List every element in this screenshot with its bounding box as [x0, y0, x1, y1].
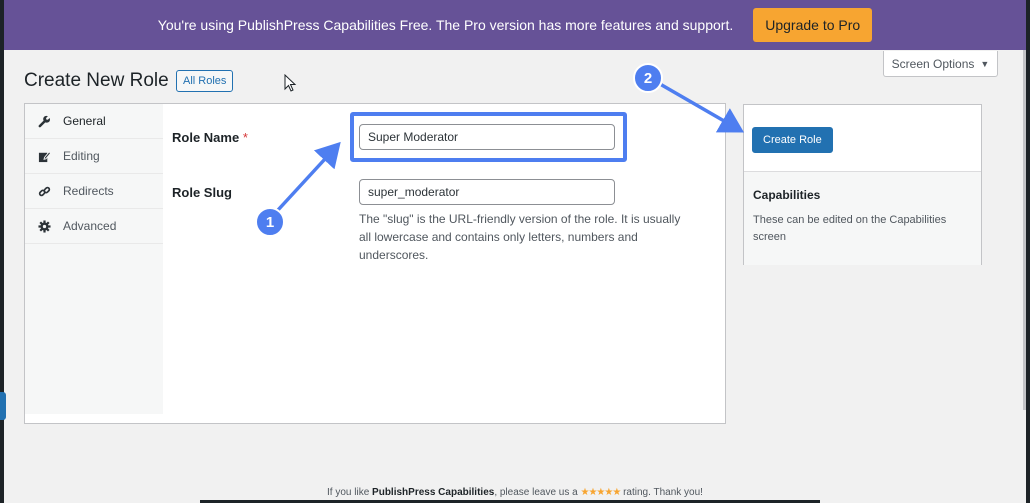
scrollbar[interactable] — [1023, 50, 1026, 410]
capabilities-text: These can be edited on the Capabilities … — [753, 214, 947, 243]
tab-advanced[interactable]: Advanced — [25, 209, 163, 244]
caret-down-icon: ▼ — [980, 58, 990, 69]
footer-middle: , please leave us a — [494, 487, 581, 498]
tab-general-label: General — [63, 114, 106, 128]
tab-general[interactable]: General — [25, 104, 163, 139]
step-1-badge: 1 — [255, 207, 285, 237]
publish-sidebar: Create Role Capabilities These can be ed… — [743, 104, 982, 265]
role-slug-input[interactable] — [359, 179, 615, 205]
all-roles-button[interactable]: All Roles — [176, 70, 234, 92]
capabilities-box: Capabilities These can be edited on the … — [744, 172, 981, 265]
publish-box: Create Role — [744, 105, 981, 172]
star-rating-icon[interactable]: ★★★★★ — [580, 487, 621, 498]
settings-tabs: General Editing Redirects Advanced — [25, 104, 163, 414]
role-name-label-text: Role Name — [172, 130, 240, 145]
required-mark: * — [242, 130, 248, 145]
capabilities-title: Capabilities — [753, 188, 821, 202]
edit-icon — [37, 149, 51, 163]
create-role-button[interactable]: Create Role — [752, 127, 833, 153]
tab-editing[interactable]: Editing — [25, 139, 163, 174]
upgrade-to-pro-button[interactable]: Upgrade to Pro — [753, 8, 873, 42]
page-title: Create New Role — [24, 70, 169, 91]
highlight-role-name — [350, 112, 627, 162]
tab-editing-label: Editing — [63, 149, 100, 163]
tab-redirects-label: Redirects — [63, 184, 114, 198]
footer-rating: If you like PublishPress Capabilities, p… — [0, 487, 1030, 498]
tab-advanced-label: Advanced — [63, 219, 117, 233]
slug-help-text: The "slug" is the URL-friendly version o… — [359, 212, 681, 262]
promo-text: You're using PublishPress Capabilities F… — [157, 17, 734, 33]
link-icon — [37, 184, 51, 198]
right-edge — [1026, 0, 1030, 503]
footer-prefix: If you like — [327, 487, 373, 498]
screen-options-label: Screen Options — [891, 56, 975, 71]
role-slug-label: Role Slug — [172, 185, 232, 200]
mouse-cursor-icon — [284, 74, 297, 92]
gear-icon — [37, 219, 51, 233]
promo-banner: You're using PublishPress Capabilities F… — [4, 0, 1026, 50]
wrench-icon — [37, 114, 51, 128]
left-edge — [0, 0, 6, 503]
step-2-badge: 2 — [633, 63, 663, 93]
tab-redirects[interactable]: Redirects — [25, 174, 163, 209]
footer-product-link[interactable]: PublishPress Capabilities — [372, 487, 494, 498]
footer-suffix: rating. Thank you! — [620, 487, 703, 498]
screen-options-button[interactable]: Screen Options ▼ — [883, 51, 998, 77]
left-edge-notch — [0, 392, 6, 420]
role-name-label: Role Name * — [172, 130, 248, 145]
